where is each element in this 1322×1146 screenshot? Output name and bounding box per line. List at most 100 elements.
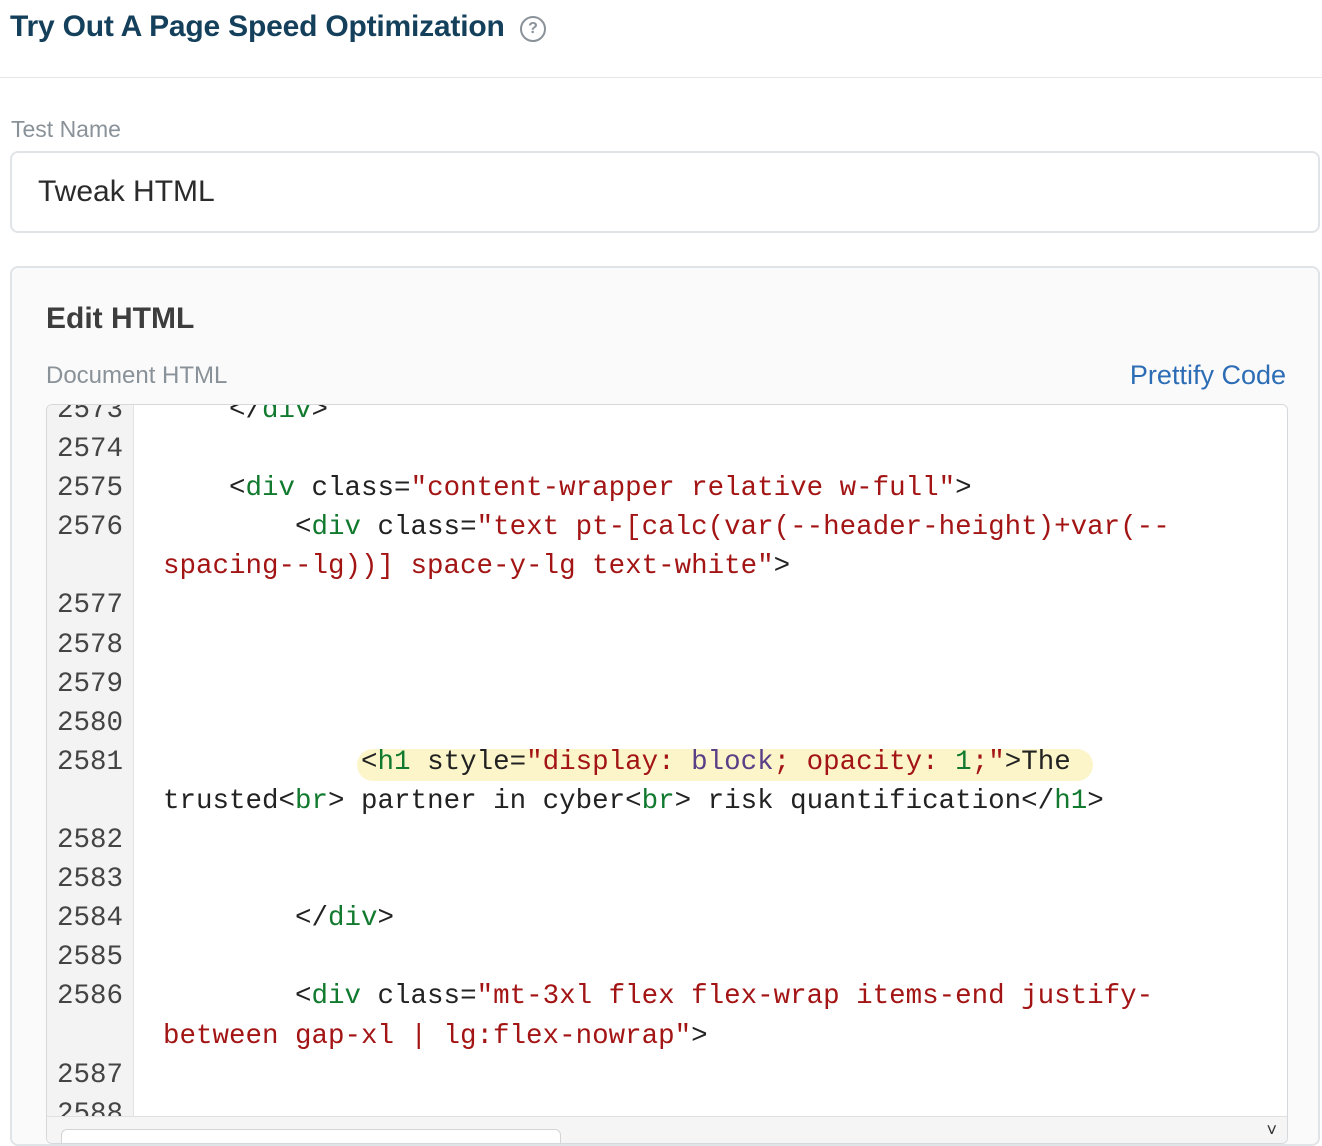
code-token: br [641, 785, 675, 817]
code-line[interactable]: 2585 [47, 938, 1287, 977]
code-token: div [311, 981, 362, 1013]
line-number: 2578 [56, 629, 123, 661]
code-token: h1 [1054, 785, 1088, 817]
code-line[interactable]: 2578 [47, 626, 1287, 665]
test-name-label: Test Name [11, 116, 121, 142]
code-token: < [163, 473, 246, 505]
code-token: class= [361, 981, 477, 1013]
code-token: < [163, 981, 312, 1013]
code-line[interactable]: 2586 <div class="mt-3xl flex flex-wrap i… [47, 977, 1287, 1016]
code-token: > [773, 551, 791, 583]
code-text: </div> [133, 404, 329, 430]
code-token: > [1087, 785, 1104, 817]
code-text: <div class="content-wrapper relative w-f… [133, 469, 972, 508]
code-token: "mt-3xl flex flex-wrap items-end justify… [476, 981, 1154, 1013]
code-token: block [691, 746, 774, 778]
code-token: div [262, 404, 312, 426]
code-line[interactable]: trusted<br> partner in cyber<br> risk qu… [47, 782, 1287, 821]
code-line[interactable]: 2573 </div> [47, 404, 1287, 430]
code-token: div [311, 512, 362, 544]
line-number: 2585 [56, 942, 123, 974]
code-token: > partner in cyber< [328, 785, 642, 817]
code-area[interactable]: 2573 </div> 2574 2575 <div class="content… [47, 404, 1287, 1134]
line-number: 2580 [56, 707, 123, 739]
horizontal-scrollbar[interactable]: ˅ [47, 1116, 1287, 1143]
code-line[interactable]: 2575 <div class="content-wrapper relativ… [47, 469, 1287, 508]
question-circle-icon[interactable]: ? [520, 16, 546, 42]
code-text: trusted<br> partner in cyber<br> risk qu… [133, 782, 1104, 821]
line-number: 2577 [56, 590, 123, 622]
code-line[interactable]: 2583 [47, 860, 1287, 899]
code-token: > [377, 903, 395, 935]
code-token: >The [1004, 746, 1071, 778]
code-token: spacing--lg))] space-y-lg text-white" [163, 551, 774, 583]
code-token: ;" [971, 746, 1005, 778]
code-token: "content-wrapper relative w-full" [410, 473, 956, 505]
code-text: between gap-xl | lg:flex-nowrap"> [133, 1017, 708, 1056]
code-token: > [955, 473, 972, 505]
page-title: Try Out A Page Speed Optimization [10, 10, 505, 43]
prettify-code-link[interactable]: Prettify Code [1130, 360, 1286, 391]
code-token: > risk quantification</ [674, 785, 1055, 817]
line-number: 2574 [56, 434, 123, 466]
code-token: </ [163, 903, 329, 935]
code-text: </div> [133, 899, 394, 938]
code-text: <div class="text pt-[calc(var(--header-h… [133, 508, 1170, 547]
close-icon[interactable]: ˅ [1266, 1120, 1277, 1141]
code-line[interactable]: 2584 </div> [47, 899, 1287, 938]
code-token: h1 [377, 746, 411, 778]
line-number: 2586 [56, 981, 123, 1013]
line-number: 2573 [56, 404, 123, 426]
page-header: Try Out A Page Speed Optimization ? [0, 0, 1322, 78]
line-number: 2582 [56, 825, 123, 857]
line-number: 2583 [56, 864, 123, 896]
code-line[interactable]: 2577 [47, 586, 1287, 625]
line-number: 2579 [56, 668, 123, 700]
code-token: < [163, 746, 378, 778]
code-line[interactable]: 2587 [47, 1056, 1287, 1095]
code-token: style= [410, 746, 527, 778]
code-text: <div class="mt-3xl flex flex-wrap items-… [133, 977, 1153, 1016]
test-name-input[interactable] [10, 151, 1320, 233]
code-token: < [163, 512, 312, 544]
code-line[interactable]: 2581 <h1 style="display: block; opacity:… [47, 743, 1287, 782]
code-text: spacing--lg))] space-y-lg text-white"> [133, 547, 790, 586]
code-line[interactable]: between gap-xl | lg:flex-nowrap"> [47, 1017, 1287, 1056]
code-line[interactable]: 2574 [47, 430, 1287, 469]
code-line[interactable]: spacing--lg))] space-y-lg text-white"> [47, 547, 1287, 586]
code-line[interactable]: 2579 [47, 665, 1287, 704]
line-number [47, 782, 133, 821]
code-line[interactable]: 2582 [47, 821, 1287, 860]
code-token: ; opacity: [773, 746, 956, 778]
line-number [47, 1017, 133, 1056]
code-token: 1 [955, 746, 972, 778]
edit-html-panel: Edit HTML Document HTML Prettify Code 25… [10, 266, 1320, 1146]
code-token: class= [295, 473, 411, 505]
code-token: > [691, 1020, 708, 1052]
code-token: </ [163, 404, 263, 426]
line-number: 2584 [56, 903, 123, 935]
code-token: "display: [526, 746, 692, 778]
code-editor[interactable]: 2573 </div> 2574 2575 <div class="content… [46, 404, 1288, 1144]
code-token: br [295, 785, 329, 817]
code-line[interactable]: 2580 [47, 704, 1287, 743]
code-token: "text pt-[calc(var(--header-height)+var(… [476, 512, 1170, 544]
code-text: <h1 style="display: block; opacity: 1;">… [133, 743, 1093, 782]
code-token: between gap-xl | lg:flex-nowrap" [163, 1020, 692, 1052]
scrollbar-thumb[interactable] [61, 1129, 561, 1143]
code-token: trusted< [163, 785, 296, 817]
code-token: > [311, 404, 329, 426]
code-line[interactable]: 2576 <div class="text pt-[calc(var(--hea… [47, 508, 1287, 547]
line-number: 2575 [56, 473, 123, 505]
line-number: 2576 [56, 512, 123, 544]
line-number [47, 547, 133, 586]
